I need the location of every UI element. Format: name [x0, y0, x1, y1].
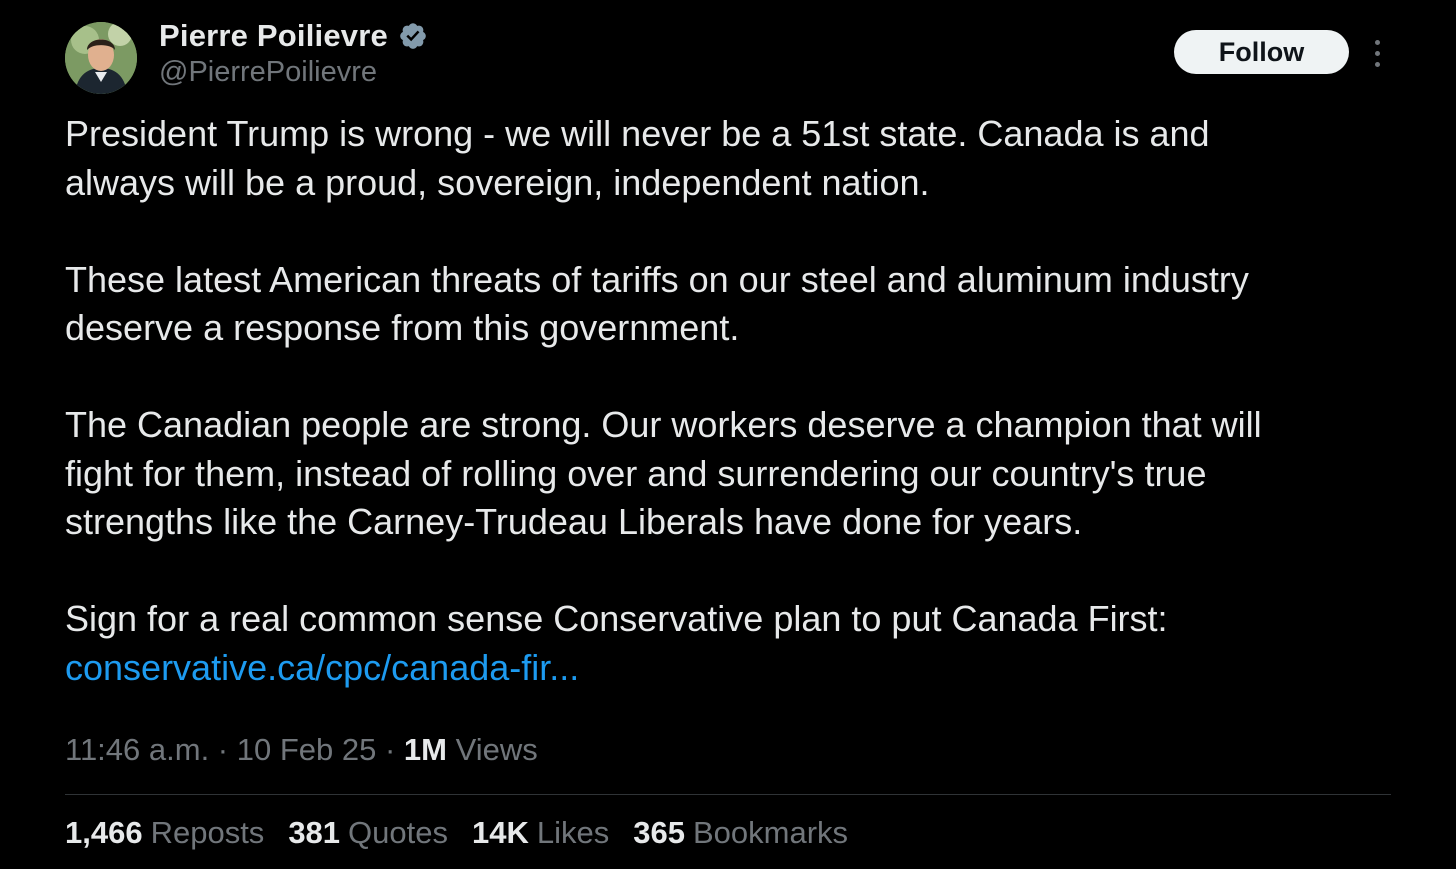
reposts-label: Reposts: [150, 815, 265, 850]
bookmarks-stat[interactable]: 365 Bookmarks: [633, 815, 848, 851]
meta-separator: ·: [376, 732, 404, 767]
reposts-count: 1,466: [65, 815, 143, 850]
avatar[interactable]: [65, 22, 137, 94]
likes-label: Likes: [536, 815, 610, 850]
quotes-stat[interactable]: 381 Quotes: [288, 815, 448, 851]
bookmarks-count: 365: [633, 815, 685, 850]
meta-separator: ·: [209, 732, 237, 767]
tweet-meta: 11:46 a.m. · 10 Feb 25 · 1M Views: [65, 732, 538, 768]
quotes-count: 381: [288, 815, 341, 850]
likes-stat[interactable]: 14K Likes: [472, 815, 609, 851]
views-count: 1M: [403, 732, 447, 767]
follow-button[interactable]: Follow: [1174, 30, 1349, 74]
tweet-date[interactable]: 10 Feb 25: [237, 732, 377, 767]
reposts-stat[interactable]: 1,466 Reposts: [65, 815, 264, 851]
author-handle[interactable]: @PierrePoilievre: [159, 56, 377, 89]
verified-badge-icon[interactable]: [398, 21, 428, 51]
more-options-icon[interactable]: [1366, 36, 1388, 70]
author-name-row: Pierre Poilievre: [159, 18, 428, 54]
tweet-text: President Trump is wrong - we will never…: [65, 110, 1385, 692]
tweet-time[interactable]: 11:46 a.m.: [65, 732, 209, 767]
quotes-label: Quotes: [348, 815, 448, 850]
author-name[interactable]: Pierre Poilievre: [159, 18, 388, 54]
views-label: Views: [447, 732, 538, 767]
tweet-paragraph: The Canadian people are strong. Our work…: [65, 404, 1262, 542]
tweet-paragraph: President Trump is wrong - we will never…: [65, 113, 1210, 203]
engagement-stats: 1,466 Reposts 381 Quotes 14K Likes 365 Bookm…: [65, 815, 848, 851]
divider: [65, 794, 1391, 795]
bookmarks-label: Bookmarks: [692, 815, 849, 850]
likes-count: 14K: [472, 815, 529, 850]
tweet-paragraph: Sign for a real common sense Conservativ…: [65, 598, 1168, 639]
tweet-link[interactable]: conservative.ca/cpc/canada-fir...: [65, 647, 579, 688]
tweet-paragraph: These latest American threats of tariffs…: [65, 258, 1249, 349]
